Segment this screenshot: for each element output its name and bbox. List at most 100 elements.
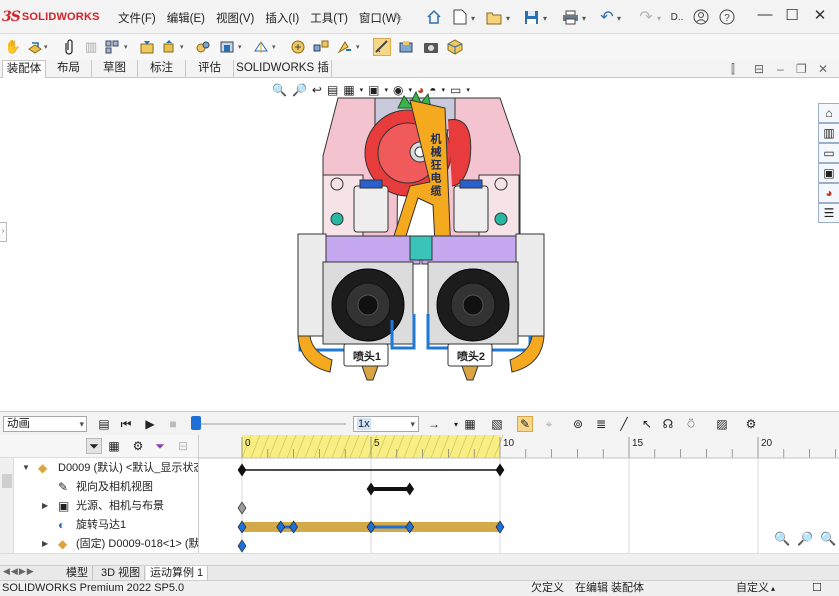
redo-icon[interactable]: ↷ bbox=[637, 8, 655, 26]
save-dropdown-icon[interactable]: ▾ bbox=[543, 14, 547, 23]
section-view-icon[interactable]: ▤ bbox=[327, 83, 338, 97]
view-palette-icon[interactable]: ▣ bbox=[818, 163, 839, 183]
view-settings-icon[interactable]: ▭ bbox=[450, 83, 461, 97]
component-preview-icon[interactable]: ▥ bbox=[82, 38, 100, 56]
tree-row-part[interactable]: ▶ ◆ (固定) D0009-018<1> (默认) bbox=[0, 535, 198, 553]
animation-wizard-icon[interactable]: ▧ bbox=[489, 416, 505, 432]
zoom-to-area-icon[interactable]: 🔎 bbox=[292, 83, 307, 97]
undo-dropdown-icon[interactable]: ▾ bbox=[617, 14, 621, 23]
solidworks-resources-icon[interactable]: ⌂ bbox=[818, 103, 839, 123]
show-hidden-icon[interactable] bbox=[194, 38, 212, 56]
doc-minimize-icon[interactable]: – bbox=[777, 62, 784, 76]
maximize-button[interactable]: ☐ bbox=[782, 6, 802, 24]
collapse-tree-icon[interactable]: ⊟ bbox=[175, 438, 191, 454]
gravity-icon[interactable]: ⍥ bbox=[683, 416, 699, 432]
tab-markup[interactable]: 标注 bbox=[138, 60, 186, 78]
help-icon[interactable]: ? bbox=[718, 8, 736, 26]
motion-study-properties-icon[interactable]: ⚙ bbox=[743, 416, 759, 432]
tree-vertical-scrollbar[interactable] bbox=[0, 458, 14, 553]
exploded-view-icon[interactable] bbox=[312, 38, 330, 56]
filter-animated-icon[interactable]: ⏷ bbox=[86, 438, 102, 454]
menu-file[interactable]: 文件(F) bbox=[118, 10, 156, 26]
large-assembly-icon[interactable] bbox=[446, 38, 464, 56]
units-custom[interactable]: 自定义 bbox=[736, 581, 769, 596]
split-view-icon[interactable]: ⫿ bbox=[731, 62, 735, 77]
results-and-plots-icon[interactable]: ▨ bbox=[714, 416, 730, 432]
playback-slider-thumb[interactable] bbox=[191, 416, 201, 430]
move-dropdown-icon[interactable]: ▾ bbox=[180, 43, 184, 51]
motor-icon[interactable]: ⊚ bbox=[570, 416, 586, 432]
pin-icon[interactable]: ✎ bbox=[391, 10, 405, 24]
expand-arrow-icon[interactable]: ▶ bbox=[42, 535, 48, 553]
close-button[interactable]: ✕ bbox=[810, 6, 830, 24]
tree-row-assembly[interactable]: ▼ ◆ D0009 (默认) <默认_显示状态-1> bbox=[0, 459, 198, 477]
stop-icon[interactable]: ■ bbox=[165, 416, 181, 432]
smart-fasteners-icon[interactable] bbox=[138, 38, 156, 56]
tab-evaluate[interactable]: 评估 bbox=[186, 60, 234, 78]
linear-pattern-icon[interactable] bbox=[104, 38, 122, 56]
pattern-dropdown-icon[interactable]: ▾ bbox=[124, 43, 128, 51]
new-document-icon[interactable] bbox=[451, 8, 469, 26]
file-explorer-icon[interactable]: ▭ bbox=[818, 143, 839, 163]
solidworks-logo[interactable]: 3S SOLIDWORKS bbox=[2, 8, 100, 26]
expand-arrow-icon[interactable]: ▶ bbox=[42, 497, 48, 515]
scene-dropdown-icon[interactable]: ▾ bbox=[442, 86, 446, 94]
damper-icon[interactable]: ╱ bbox=[616, 416, 632, 432]
add-key-icon[interactable]: ⌖ bbox=[541, 416, 557, 432]
autokey-icon[interactable]: ✎ bbox=[517, 416, 533, 432]
tab-3d-views[interactable]: 3D 视图 bbox=[97, 566, 146, 581]
force-icon[interactable]: ↖ bbox=[639, 416, 655, 432]
reference-geometry-icon[interactable] bbox=[252, 38, 270, 56]
menu-view[interactable]: 视图(V) bbox=[216, 10, 254, 26]
status-options-icon[interactable]: ☐ bbox=[812, 581, 822, 596]
features-dropdown-icon[interactable]: ▾ bbox=[238, 43, 242, 51]
redo-dropdown-icon[interactable]: ▾ bbox=[657, 14, 661, 23]
tile-view-icon[interactable]: ⊟ bbox=[754, 62, 764, 76]
custom-properties-icon[interactable]: ☰ bbox=[818, 203, 839, 223]
play-from-start-icon[interactable]: ⏮ bbox=[118, 416, 134, 432]
motion-timeline[interactable]: 0 5 10 15 20 🔍 🔎 🔍 bbox=[198, 435, 839, 553]
tab-solidworks-addins[interactable]: SOLIDWORKS 插件 bbox=[234, 60, 332, 91]
graphics-area[interactable]: 机械狂电缆 喷头1 喷头2 bbox=[0, 78, 818, 411]
hide-show-dropdown-icon[interactable]: ▾ bbox=[409, 86, 413, 94]
playback-speed-select[interactable]: 1x bbox=[353, 416, 419, 432]
reference-dropdown-icon[interactable]: ▾ bbox=[272, 43, 276, 51]
filter-results-icon[interactable]: ⏷ bbox=[152, 438, 168, 454]
feature-tree-expand-handle[interactable]: › bbox=[0, 222, 7, 242]
take-snapshot-icon[interactable] bbox=[397, 38, 415, 56]
menu-tools[interactable]: 工具(T) bbox=[310, 10, 348, 26]
assembly-features-icon[interactable] bbox=[218, 38, 236, 56]
open-dropdown-icon[interactable]: ▾ bbox=[506, 14, 510, 23]
tab-assembly[interactable]: 装配体 bbox=[2, 60, 46, 78]
minimize-button[interactable]: — bbox=[755, 6, 775, 23]
tree-row-camera[interactable]: ✎ 视向及相机视图 bbox=[0, 478, 198, 496]
tab-sketch[interactable]: 草图 bbox=[92, 60, 138, 78]
open-folder-icon[interactable] bbox=[485, 8, 503, 26]
print-icon[interactable] bbox=[560, 8, 580, 26]
tab-motion-study-1[interactable]: 运动算例 1 bbox=[146, 566, 209, 581]
instant3d-dropdown-icon[interactable]: ▾ bbox=[356, 43, 360, 51]
orientation-dropdown-icon[interactable]: ▾ bbox=[360, 86, 364, 94]
insert-component-icon[interactable]: ✋ bbox=[4, 38, 22, 56]
play-icon[interactable]: ▶ bbox=[142, 416, 158, 432]
tree-scroll-thumb[interactable] bbox=[2, 474, 12, 488]
horizontal-scrollbar[interactable] bbox=[0, 553, 839, 565]
design-library-icon[interactable]: ▥ bbox=[818, 123, 839, 143]
menu-edit[interactable]: 编辑(E) bbox=[167, 10, 205, 26]
zoom-out-timeline-icon[interactable]: 🔍 bbox=[820, 531, 836, 547]
tree-row-motor[interactable]: ◐ 旋转马达1 bbox=[0, 516, 198, 534]
tab-model[interactable]: 模型 bbox=[62, 566, 93, 581]
document-name-truncated[interactable]: D.. bbox=[668, 9, 686, 25]
save-icon[interactable] bbox=[522, 8, 540, 26]
filter-selected-icon[interactable]: ⚙ bbox=[130, 438, 146, 454]
tree-row-lights[interactable]: ▶ ▣ 光源、相机与布景 bbox=[0, 497, 198, 515]
zoom-in-timeline-icon[interactable]: 🔎 bbox=[797, 531, 813, 547]
menu-insert[interactable]: 插入(I) bbox=[265, 10, 299, 26]
expand-arrow-icon[interactable]: ▼ bbox=[22, 459, 30, 477]
new-dropdown-icon[interactable]: ▾ bbox=[471, 14, 475, 23]
update-speedpak-icon[interactable] bbox=[373, 38, 391, 56]
mate-icon[interactable] bbox=[26, 38, 44, 56]
mate-dropdown-icon[interactable]: ▾ bbox=[44, 43, 48, 51]
zoom-to-fit-timeline-icon[interactable]: 🔍 bbox=[774, 531, 790, 547]
appearances-icon[interactable]: ◕ bbox=[818, 183, 839, 203]
